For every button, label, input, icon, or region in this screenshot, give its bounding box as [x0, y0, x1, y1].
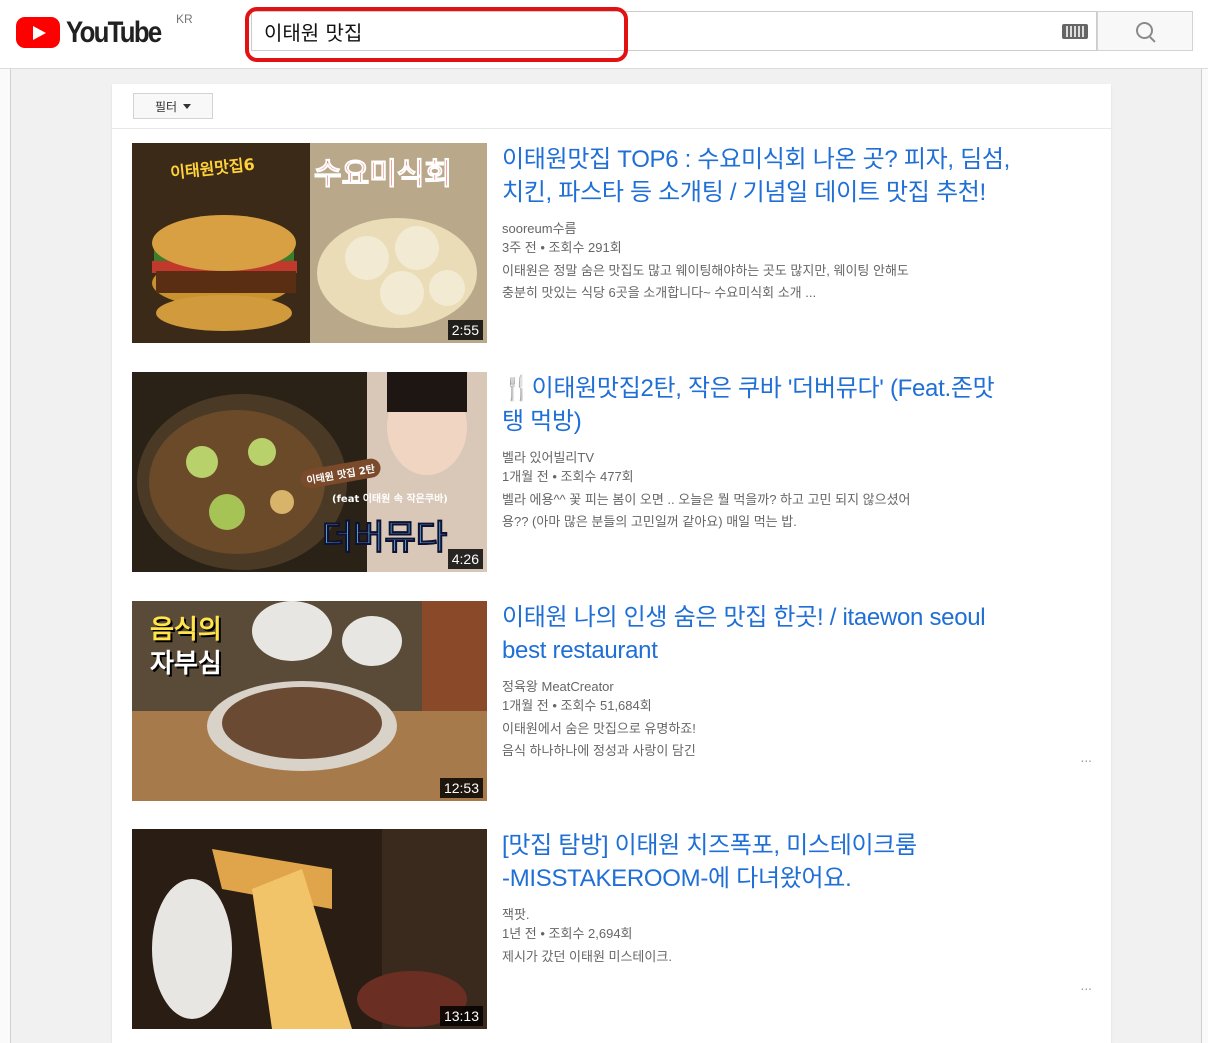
thumbnail-text: 자부심: [150, 649, 222, 679]
video-stats: 1년 전 • 조회수 2,694회: [502, 926, 633, 941]
video-result[interactable]: 이태원맛집6 수요미식회 2:55 이태원맛집 TOP6 : 수요미식회 나온 …: [132, 143, 1092, 343]
thumbnail-image: [132, 829, 487, 1029]
video-title[interactable]: [맛집 탐방] 이태원 치즈폭포, 미스테이크룸 -MISSTAKEROOM-에 …: [502, 829, 1092, 895]
channel-name[interactable]: 벨라 있어빌리TV: [502, 448, 1092, 467]
more-ellipsis: ...: [1080, 979, 1092, 993]
video-thumbnail[interactable]: 13:13: [132, 829, 487, 1029]
video-stats: 1개월 전 • 조회수 477회: [502, 469, 634, 484]
video-thumbnail[interactable]: 이태원맛집6 수요미식회 2:55: [132, 143, 487, 343]
video-stats: 1개월 전 • 조회수 51,684회: [502, 698, 652, 713]
video-description: 이태원은 정말 숨은 맛집도 많고 웨이팅해야하는 곳도 많지만, 웨이팅 안해…: [502, 263, 909, 300]
channel-name[interactable]: 정육왕 MeatCreator: [502, 677, 1092, 696]
search-icon: [1136, 22, 1153, 39]
video-description: 제시가 갔던 이태원 미스테이크.: [502, 949, 672, 964]
video-stats: 3주 전 • 조회수 291회: [502, 240, 622, 255]
video-duration: 4:26: [447, 549, 483, 569]
video-meta: 이태원맛집 TOP6 : 수요미식회 나온 곳? 피자, 딤섬, 치킨, 파스타 …: [502, 143, 1092, 304]
search-input[interactable]: [264, 12, 1044, 50]
video-thumbnail[interactable]: 이태원 맛집 2탄 (feat 이태원 속 작은쿠바) 더버뮤다 4:26: [132, 372, 487, 572]
video-meta: 🍴이태원맛집2탄, 작은 쿠바 '더버뮤다' (Feat.존맛 탱 먹방) 벨라 …: [502, 372, 1092, 533]
video-title[interactable]: 이태원맛집 TOP6 : 수요미식회 나온 곳? 피자, 딤섬, 치킨, 파스타 …: [502, 143, 1092, 209]
video-title[interactable]: 🍴이태원맛집2탄, 작은 쿠바 '더버뮤다' (Feat.존맛 탱 먹방): [502, 372, 1092, 438]
more-ellipsis: ...: [1080, 751, 1092, 765]
video-duration: 2:55: [447, 320, 483, 340]
video-duration: 12:53: [439, 778, 483, 798]
video-meta: 이태원 나의 인생 숨은 맛집 한곳! / itaewon seoul best …: [502, 601, 1092, 765]
play-icon: [16, 17, 60, 48]
filter-label: 필터: [154, 99, 178, 114]
youtube-logo[interactable]: YouTube KR: [16, 12, 193, 49]
video-description: 벨라 에용^^ 꽃 피는 봄이 오면 .. 오늘은 뭘 먹을까? 하고 고민 되…: [502, 492, 911, 529]
thumbnail-text: 수요미식회: [314, 157, 453, 193]
video-thumbnail[interactable]: 음식의 자부심 12:53: [132, 601, 487, 801]
caret-down-icon: [183, 103, 192, 109]
video-duration: 13:13: [439, 1006, 483, 1026]
channel-name[interactable]: sooreum수름: [502, 219, 1092, 238]
video-description: 이태원에서 숨은 맛집으로 유명하죠! 음식 하나하나에 정성과 사랑이 담긴: [502, 721, 696, 758]
thumbnail-text: (feat 이태원 속 작은쿠바): [332, 494, 448, 505]
channel-name[interactable]: 잭팟.: [502, 905, 1092, 924]
logo-wordmark: YouTube: [66, 16, 162, 49]
masthead: YouTube KR: [0, 0, 1208, 69]
video-result[interactable]: 이태원 맛집 2탄 (feat 이태원 속 작은쿠바) 더버뮤다 4:26 🍴이…: [132, 372, 1092, 572]
filter-bar: 필터: [112, 84, 1111, 129]
search-button[interactable]: [1097, 11, 1193, 51]
video-meta: [맛집 탐방] 이태원 치즈폭포, 미스테이크룸 -MISSTAKEROOM-에 …: [502, 829, 1092, 993]
video-result[interactable]: 13:13 [맛집 탐방] 이태원 치즈폭포, 미스테이크룸 -MISSTAKER…: [132, 829, 1092, 1029]
filter-button[interactable]: 필터: [133, 93, 213, 119]
country-code: KR: [176, 12, 193, 26]
video-result[interactable]: 음식의 자부심 12:53 이태원 나의 인생 숨은 맛집 한곳! / itae…: [132, 601, 1092, 801]
results-panel: 필터 이태원맛집6 수요미식회 2:55 이태원맛집 TOP6: 수요미식회 …: [112, 84, 1111, 1043]
search-box: [251, 11, 1097, 51]
keyboard-icon[interactable]: [1062, 24, 1088, 39]
thumbnail-text: 음식의: [150, 615, 222, 645]
thumbnail-text: 더버뮤다: [321, 518, 448, 559]
video-title[interactable]: 이태원 나의 인생 숨은 맛집 한곳! / itaewon seoul best …: [502, 601, 1092, 667]
